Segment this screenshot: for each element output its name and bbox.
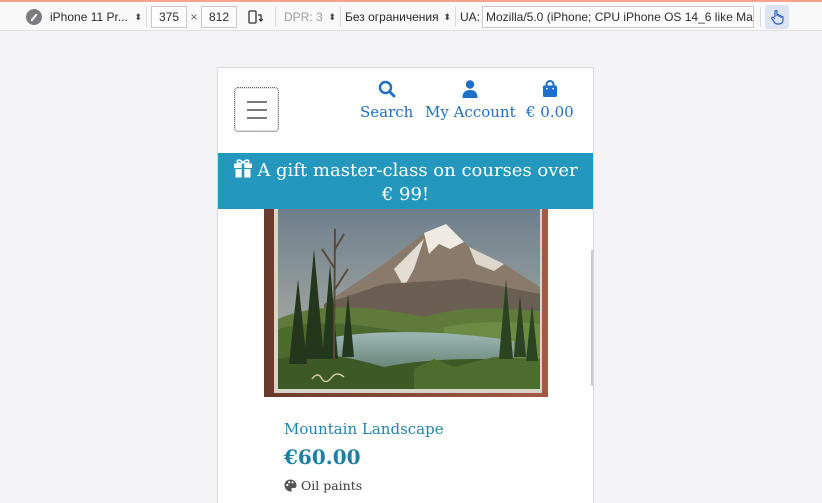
menu-toggle-button[interactable] <box>234 87 279 132</box>
nav-search-link[interactable]: Search <box>360 80 413 121</box>
user-agent-input[interactable]: Mozilla/5.0 (iPhone; CPU iPhone OS 14_6 … <box>482 6 754 28</box>
nav-cart-link[interactable]: € 0.00 <box>526 80 574 121</box>
chevron-updown-icon: ⬍ <box>134 11 142 22</box>
rotate-icon <box>248 10 263 24</box>
toolbar-divider <box>146 7 147 27</box>
dimension-separator: × <box>190 10 198 24</box>
hamburger-line <box>246 100 267 103</box>
chevron-updown-icon: ⬍ <box>328 11 336 22</box>
product-image[interactable] <box>264 209 548 397</box>
palette-icon <box>284 479 297 492</box>
device-selector[interactable]: iPhone 11 Pr... ⬍ <box>46 6 142 28</box>
toolbar-divider <box>455 7 456 27</box>
dpr-selector[interactable]: DPR: 3 ⬍ <box>284 6 336 28</box>
touch-simulation-button[interactable] <box>765 5 789 29</box>
hamburger-line <box>246 116 267 119</box>
toolbar-divider <box>275 7 276 27</box>
toolbar-divider <box>760 7 761 27</box>
nav-account-label: My Account <box>425 103 516 121</box>
nav-account-link[interactable]: My Account <box>425 80 516 121</box>
viewport-height-input[interactable]: 812 <box>201 6 237 28</box>
hamburger-line <box>246 108 267 111</box>
responsive-design-toolbar: iPhone 11 Pr... ⬍ 375 × 812 DPR: 3 ⬍ Без… <box>0 0 822 31</box>
viewport-width-input[interactable]: 375 <box>151 6 187 28</box>
search-icon <box>378 80 396 98</box>
dpr-label: DPR: 3 <box>284 10 323 24</box>
device-settings-icon <box>26 9 42 25</box>
nav-search-label: Search <box>360 103 414 121</box>
mountain-painting-image <box>264 209 548 397</box>
promo-text-line1: A gift master-class on courses over <box>257 160 578 181</box>
device-viewport: Search My Account € 0.00 A gift master-c… <box>217 67 594 503</box>
product-price: €60.00 <box>284 445 361 469</box>
product-category: Oil paints <box>284 478 362 493</box>
user-icon <box>462 80 478 98</box>
nav-cart-total: € 0.00 <box>526 103 574 121</box>
promo-text-line2: € 99! <box>381 184 430 205</box>
gift-icon <box>234 159 253 178</box>
user-agent-label: UA: <box>460 10 481 24</box>
shopping-bag-icon <box>542 80 557 97</box>
promo-banner: A gift master-class on courses over € 99… <box>218 153 593 209</box>
device-selector-label: iPhone 11 Pr... <box>50 10 128 24</box>
hand-pointer-icon <box>771 9 784 25</box>
product-title-link[interactable]: Mountain Landscape <box>284 420 444 438</box>
product-category-label: Oil paints <box>301 478 363 493</box>
network-throttling-select[interactable]: Без ограничения ⬍ <box>345 6 451 28</box>
throttling-label: Без ограничения <box>345 10 439 24</box>
chevron-updown-icon: ⬍ <box>443 11 451 22</box>
rotate-viewport-button[interactable] <box>245 6 265 28</box>
site-header: Search My Account € 0.00 <box>218 68 593 153</box>
scrollbar-thumb[interactable] <box>591 250 593 386</box>
toolbar-divider <box>340 7 341 27</box>
